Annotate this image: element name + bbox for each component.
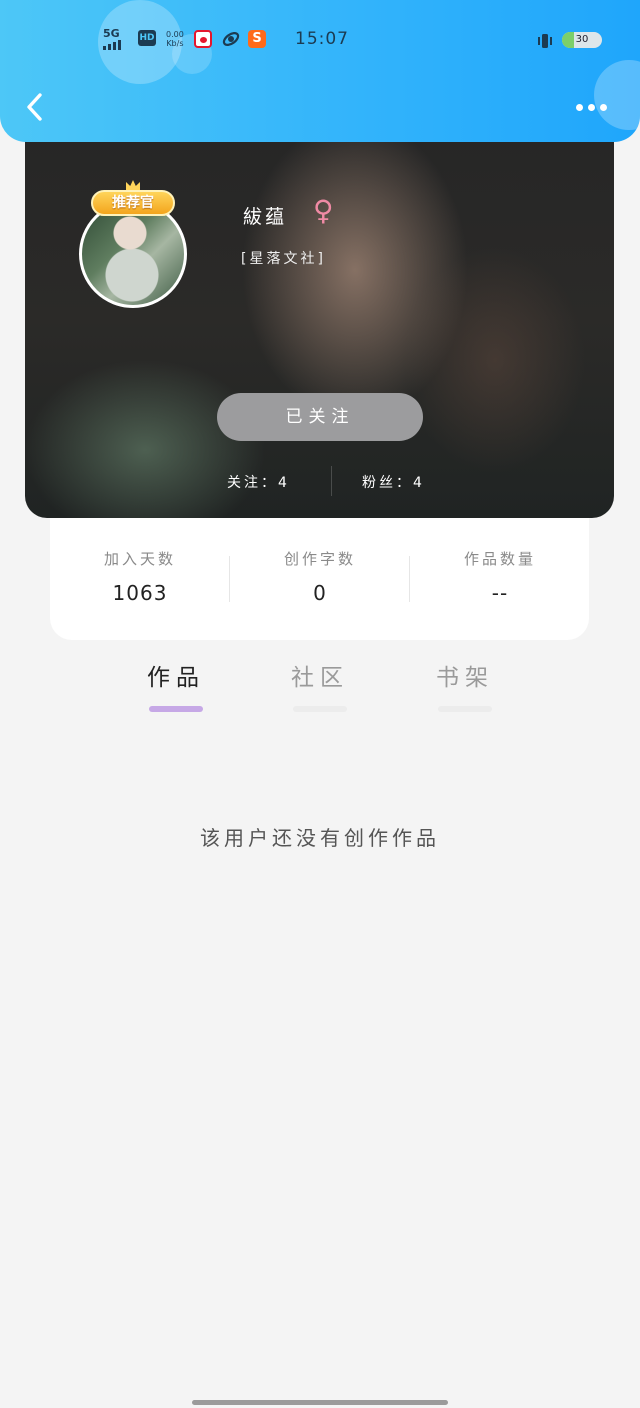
female-icon: ♀	[313, 194, 334, 227]
stat-label: 创作字数	[283, 550, 356, 568]
following-count[interactable]: 关注：4	[227, 472, 290, 492]
stat-work-count: 作品数量 --	[410, 548, 590, 605]
stat-label: 作品数量	[463, 550, 536, 568]
tab-underline	[293, 706, 347, 712]
stats-card: 加入天数 1063 创作字数 0 作品数量 --	[50, 504, 589, 640]
divider	[331, 466, 332, 496]
follow-stats: 关注：4 粉丝：4	[25, 466, 614, 496]
top-header: 5G HD 0.00 Kb/s S 15:07 30	[0, 0, 640, 142]
stat-join-days: 加入天数 1063	[50, 548, 230, 605]
battery-level: 30	[575, 34, 589, 45]
tab-works[interactable]: 作品	[116, 660, 236, 712]
weibo-icon	[194, 30, 212, 48]
user-organization[interactable]: [星落文社]	[241, 248, 326, 268]
network-type: 5G	[103, 27, 120, 40]
profile-banner: 推荐官 紱蕴 ♀ [星落文社] 已关注 关注：4 粉丝：4	[25, 120, 614, 518]
clock: 15:07	[295, 29, 349, 49]
more-button[interactable]	[576, 98, 612, 116]
stat-value: --	[491, 581, 509, 605]
content-tabs: 作品 社区 书架	[0, 660, 640, 720]
tab-underline	[438, 706, 492, 712]
home-indicator[interactable]	[192, 1400, 448, 1405]
stat-value: 0	[313, 581, 327, 605]
empty-state-message: 该用户还没有创作作品	[200, 826, 440, 850]
recommender-badge: 推荐官	[77, 180, 189, 218]
more-dot	[588, 103, 595, 111]
user-nickname: 紱蕴	[243, 206, 288, 228]
followed-button[interactable]: 已关注	[217, 393, 423, 441]
vibrate-icon	[536, 32, 554, 54]
tab-label: 社区	[291, 665, 349, 691]
browser-icon	[222, 30, 240, 48]
sogou-icon: S	[248, 30, 266, 48]
tab-bookshelf[interactable]: 书架	[405, 660, 525, 712]
decor-bubble	[594, 60, 640, 130]
avatar-container[interactable]: 推荐官	[77, 180, 189, 310]
net-speed: 0.00 Kb/s	[166, 30, 184, 48]
hd-icon: HD	[138, 30, 156, 46]
fans-count[interactable]: 粉丝：4	[362, 472, 425, 492]
badge-label: 推荐官	[91, 190, 175, 216]
more-dot	[600, 103, 607, 111]
net-speed-unit: Kb/s	[166, 39, 184, 48]
stat-value: 1063	[112, 581, 168, 605]
stat-word-count: 创作字数 0	[230, 548, 410, 605]
crown-icon	[126, 180, 140, 190]
stat-label: 加入天数	[103, 550, 176, 568]
battery-icon: 30	[562, 32, 602, 48]
tab-community[interactable]: 社区	[260, 660, 380, 712]
tab-label: 作品	[147, 665, 205, 691]
status-bar: 5G HD 0.00 Kb/s S 15:07 30	[0, 26, 640, 56]
back-button[interactable]	[22, 92, 52, 122]
tab-label: 书架	[436, 665, 494, 691]
net-speed-value: 0.00	[166, 30, 184, 39]
more-dot	[576, 103, 583, 111]
signal-icon	[103, 40, 121, 50]
chevron-left-icon	[27, 93, 42, 121]
tab-underline	[149, 706, 203, 712]
